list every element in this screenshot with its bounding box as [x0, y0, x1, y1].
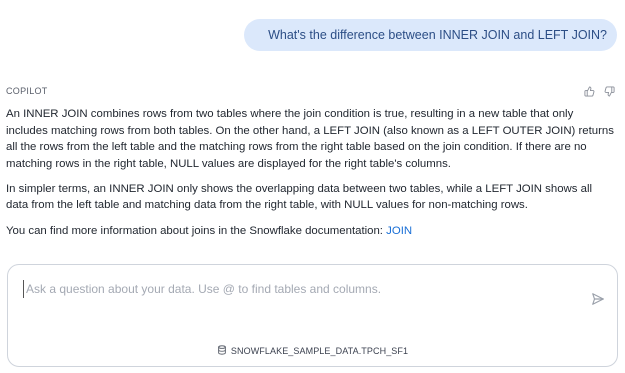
- join-doc-link[interactable]: JOIN: [386, 225, 412, 237]
- thumbs-up-icon[interactable]: [584, 85, 595, 97]
- response-body: An INNER JOIN combines rows from two tab…: [6, 106, 615, 248]
- copilot-chat-panel: What's the difference between INNER JOIN…: [0, 0, 625, 373]
- doc-reference-text: You can find more information about join…: [6, 224, 387, 237]
- chat-composer: SNOWFLAKE_SAMPLE_DATA.TPCH_SF1: [7, 264, 618, 367]
- user-message-bubble: What's the difference between INNER JOIN…: [244, 19, 617, 51]
- send-icon[interactable]: [591, 292, 607, 308]
- feedback-buttons: [584, 85, 615, 97]
- response-author: COPILOT: [6, 86, 48, 96]
- response-doc-reference: You can find more information about join…: [6, 223, 615, 240]
- response-paragraph: An INNER JOIN combines rows from two tab…: [6, 108, 614, 170]
- response-paragraph: In simpler terms, an INNER JOIN only sho…: [6, 182, 593, 212]
- database-context-label: SNOWFLAKE_SAMPLE_DATA.TPCH_SF1: [230, 346, 409, 356]
- thumbs-down-icon[interactable]: [604, 85, 615, 97]
- database-context[interactable]: SNOWFLAKE_SAMPLE_DATA.TPCH_SF1: [8, 345, 617, 357]
- question-input[interactable]: [23, 280, 586, 298]
- database-icon: [217, 345, 227, 357]
- response-header: COPILOT: [6, 84, 615, 98]
- user-message-text: What's the difference between INNER JOIN…: [268, 28, 607, 42]
